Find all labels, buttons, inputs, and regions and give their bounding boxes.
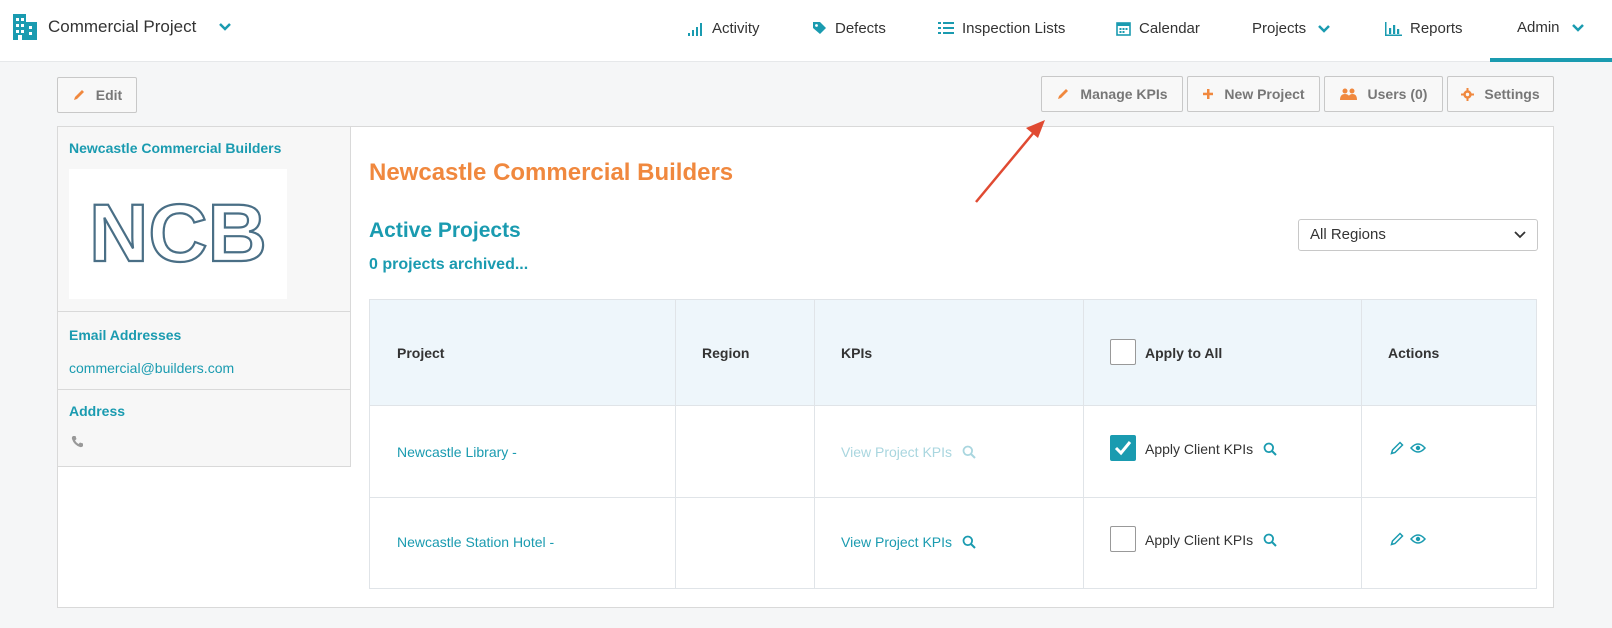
company-sidebar: Newcastle Commercial Builders NCB Email … [58,127,351,467]
view-kpis-label: View Project KPIs [841,534,953,550]
logo-graphic: NCB [88,187,268,280]
project-link[interactable]: Newcastle Library - [397,444,517,460]
address-heading: Address [69,403,126,419]
apply-client-kpis-checkbox[interactable] [1110,526,1136,552]
email-heading: Email Addresses [69,327,182,343]
logo-text: NCB [89,188,267,279]
users-icon [1339,88,1357,100]
col-region: Region [702,345,750,361]
email-address[interactable]: commercial@builders.com [69,360,234,376]
chevron-down-icon [1318,24,1331,33]
top-navigation-bar: Commercial Project Activity Defects Insp… [0,0,1612,62]
region-select[interactable]: All Regions [1298,219,1538,251]
edit-pencil-icon[interactable] [1390,441,1404,455]
nav-calendar[interactable]: Calendar [1116,20,1200,37]
apply-client-kpis: Apply Client KPIs [1145,532,1277,548]
search-icon[interactable] [1263,442,1277,456]
phone-icon [71,436,83,448]
column-divider [1083,300,1084,588]
col-apply-all: Apply to All [1145,345,1223,361]
address-section: Address [58,390,350,467]
search-icon [962,445,976,459]
gear-icon [1461,87,1475,101]
signal-bars-icon [688,22,702,36]
apply-client-kpis: Apply Client KPIs [1145,441,1277,457]
nav-reports[interactable]: Reports [1385,20,1463,37]
search-icon[interactable] [1263,533,1277,547]
manage-kpis-button[interactable]: Manage KPIs [1041,76,1183,112]
company-info-section: Newcastle Commercial Builders NCB [58,127,350,312]
apply-client-kpis-checkbox[interactable] [1110,435,1136,461]
building-icon [13,14,37,40]
project-title: Commercial Project [48,17,197,36]
bar-chart-icon [1385,21,1402,36]
pencil-icon [1058,89,1069,99]
region-select-value: All Regions [1310,226,1386,243]
apply-client-kpis-label: Apply Client KPIs [1145,441,1254,457]
chevron-down-icon [1571,23,1584,32]
search-icon [962,535,976,549]
company-title: Newcastle Commercial Builders [369,159,734,186]
column-divider [814,300,815,588]
nav-reports-label: Reports [1410,20,1463,37]
settings-label: Settings [1484,86,1540,102]
eye-icon[interactable] [1410,442,1426,454]
new-project-button[interactable]: New Project [1187,76,1320,112]
col-actions: Actions [1388,345,1440,361]
nav-inspection-lists[interactable]: Inspection Lists [938,20,1065,37]
column-divider [675,300,676,588]
nav-defects[interactable]: Defects [812,20,886,37]
email-section: Email Addresses [58,312,350,390]
nav-calendar-label: Calendar [1139,20,1200,37]
nav-defects-label: Defects [835,20,886,37]
view-kpis-link-disabled: View Project KPIs [841,444,976,460]
company-panel: Newcastle Commercial Builders NCB Email … [57,126,1554,608]
nav-admin-label: Admin [1517,19,1560,36]
project-switcher[interactable]: Commercial Project [12,13,232,41]
active-projects-heading: Active Projects [369,219,521,242]
nav-admin[interactable]: Admin [1490,0,1612,62]
sidebar-company-name: Newcastle Commercial Builders [69,140,282,156]
apply-client-kpis-label: Apply Client KPIs [1145,532,1254,548]
edit-pencil-icon[interactable] [1390,532,1404,546]
view-kpis-label: View Project KPIs [841,444,953,460]
projects-table: Project Region KPIs Apply to All Actions… [369,299,1537,589]
edit-button-label: Edit [95,87,123,103]
nav-projects[interactable]: Projects [1252,20,1331,37]
nav-inspection-lists-label: Inspection Lists [962,20,1066,37]
col-project: Project [397,345,445,361]
edit-button[interactable]: Edit [57,77,137,113]
new-project-label: New Project [1224,86,1305,102]
pencil-icon [73,90,84,100]
checkmark-icon [1114,441,1132,456]
chevron-down-icon [1514,231,1526,239]
users-button[interactable]: Users (0) [1324,76,1443,112]
view-kpis-link[interactable]: View Project KPIs [841,534,976,550]
column-divider [1361,300,1362,588]
manage-kpis-label: Manage KPIs [1080,86,1168,102]
nav-admin-inner: Admin [1517,19,1584,36]
tag-icon [813,22,826,34]
col-kpis: KPIs [841,345,873,361]
apply-all-checkbox[interactable] [1110,339,1136,365]
list-icon [938,22,954,34]
nav-projects-label: Projects [1252,20,1307,37]
archived-projects-link[interactable]: 0 projects archived... [369,256,528,274]
company-logo: NCB [69,169,287,299]
calendar-icon [1116,22,1131,36]
settings-button[interactable]: Settings [1447,76,1554,112]
nav-activity[interactable]: Activity [688,20,760,37]
users-label: Users (0) [1367,86,1428,102]
chevron-down-icon[interactable] [218,20,232,34]
nav-activity-label: Activity [712,20,760,37]
project-link[interactable]: Newcastle Station Hotel - [397,534,554,550]
eye-icon[interactable] [1410,533,1426,545]
plus-icon [1203,89,1214,99]
